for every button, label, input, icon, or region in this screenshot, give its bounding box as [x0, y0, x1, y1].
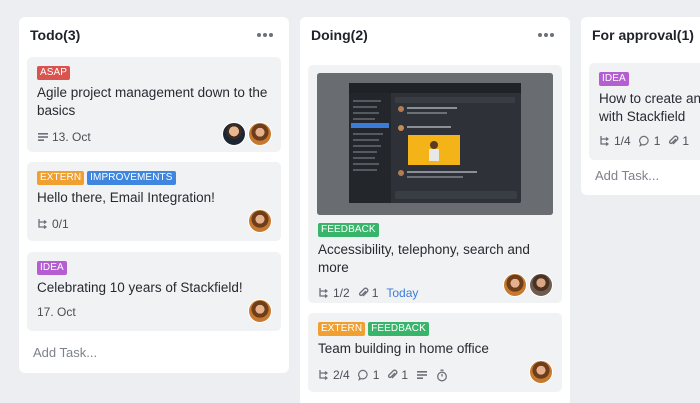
- card-meta: 17. Oct: [37, 301, 271, 323]
- avatar[interactable]: [529, 273, 553, 297]
- column-header: Todo(3): [19, 17, 289, 53]
- card-title: Accessibility, telephony, search and mor…: [318, 242, 530, 275]
- card-title: Agile project management down to the bas…: [37, 85, 268, 118]
- card-meta: 0/1: [37, 213, 271, 235]
- avatar[interactable]: [248, 299, 272, 323]
- tag-list: EXTERN IMPROVEMENTS: [37, 171, 271, 185]
- task-card[interactable]: EXTERN FEEDBACK Team building in home of…: [308, 313, 562, 392]
- tag-extern: EXTERN: [37, 171, 85, 185]
- attachment-count: 1: [682, 134, 690, 148]
- card-title: Hello there, Email Integration!: [37, 190, 215, 205]
- comment-icon: [357, 369, 368, 381]
- assignees: [503, 273, 553, 297]
- paperclip-icon: [358, 287, 369, 297]
- tag-improvements: IMPROVEMENTS: [87, 171, 176, 185]
- tag-list: IDEA: [599, 72, 700, 86]
- attachment-count: 1: [371, 286, 379, 300]
- column-title: Todo(3): [30, 27, 81, 43]
- subtask-count: 1/4: [614, 134, 631, 148]
- tag-idea: IDEA: [599, 72, 629, 86]
- card-meta: 1/4 1 1: [599, 130, 700, 152]
- app-screenshot-image: [317, 73, 553, 215]
- task-card[interactable]: IDEA Celebrating 10 years of Stackfield!…: [27, 252, 281, 331]
- comment-count: 1: [372, 368, 380, 382]
- paperclip-icon: [669, 135, 679, 145]
- avatar[interactable]: [503, 273, 527, 297]
- tag-idea: IDEA: [37, 261, 67, 275]
- assignees: [248, 209, 272, 233]
- avatar[interactable]: [222, 122, 246, 146]
- subtask-icon: [38, 219, 47, 229]
- tag-feedback: FEEDBACK: [318, 223, 379, 237]
- task-card[interactable]: IDEA How to create an knowledge base wit…: [589, 63, 700, 160]
- assignees: [529, 360, 553, 384]
- column-title: For approval(1): [592, 27, 694, 43]
- more-horizontal-icon[interactable]: [253, 29, 277, 41]
- tag-list: ASAP: [37, 66, 271, 80]
- task-card[interactable]: FEEDBACK Accessibility, telephony, searc…: [308, 65, 562, 303]
- comment-icon: [638, 135, 649, 147]
- stopwatch-icon: [437, 369, 448, 381]
- column-title: Doing(2): [311, 27, 368, 43]
- due-today-link[interactable]: Today: [386, 286, 418, 300]
- column-for-approval: For approval(1) IDEA How to create an kn…: [581, 17, 700, 195]
- add-task-button[interactable]: Add Task...: [33, 345, 97, 360]
- subtask-icon: [319, 370, 328, 380]
- add-task-button[interactable]: Add Task...: [595, 168, 659, 183]
- avatar[interactable]: [529, 360, 553, 384]
- description-lines-icon: [38, 133, 48, 141]
- card-title: How to create an knowledge base with Sta…: [599, 91, 700, 124]
- avatar[interactable]: [248, 209, 272, 233]
- subtask-icon: [319, 288, 328, 298]
- comment-count: 1: [653, 134, 661, 148]
- avatar[interactable]: [248, 122, 272, 146]
- column-doing: Doing(2) FEEDBACK Accessibility, telepho…: [300, 17, 570, 403]
- tag-feedback: FEEDBACK: [368, 322, 429, 336]
- column-header: For approval(1): [581, 17, 700, 53]
- card-meta: 2/4 1 1: [318, 364, 552, 386]
- assignees: [222, 122, 272, 146]
- card-title: Team building in home office: [318, 341, 489, 356]
- card-title: Celebrating 10 years of Stackfield!: [37, 280, 243, 295]
- column-header: Doing(2): [300, 17, 570, 53]
- description-lines-icon: [417, 371, 428, 379]
- more-horizontal-icon[interactable]: [534, 29, 558, 41]
- assignees: [248, 299, 272, 323]
- attachment-count: 1: [401, 368, 409, 382]
- tag-asap: ASAP: [37, 66, 71, 80]
- subtask-icon: [600, 136, 609, 146]
- due-date: 13. Oct: [52, 130, 91, 144]
- tag-extern: EXTERN: [318, 322, 366, 336]
- task-card[interactable]: EXTERN IMPROVEMENTS Hello there, Email I…: [27, 162, 281, 241]
- task-card[interactable]: ASAP Agile project management down to th…: [27, 57, 281, 152]
- tag-list: EXTERN FEEDBACK: [318, 322, 552, 336]
- tag-list: FEEDBACK: [318, 223, 552, 237]
- subtask-count: 2/4: [333, 368, 350, 382]
- due-date: 17. Oct: [37, 305, 76, 319]
- column-todo: Todo(3) ASAP Agile project management do…: [19, 17, 289, 373]
- tag-list: IDEA: [37, 261, 271, 275]
- card-cover-image: [317, 73, 553, 215]
- subtask-count: 1/2: [333, 286, 350, 300]
- paperclip-icon: [388, 369, 398, 379]
- subtask-count: 0/1: [52, 217, 69, 231]
